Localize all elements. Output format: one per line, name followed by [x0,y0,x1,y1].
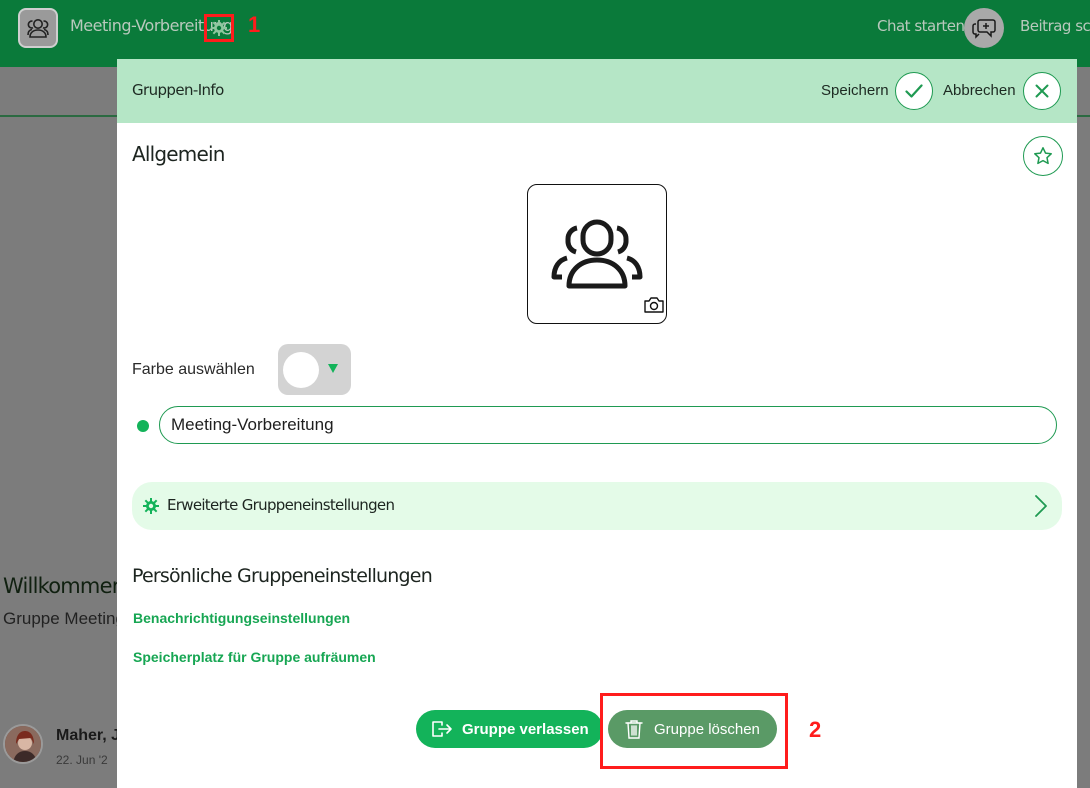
advanced-settings-row[interactable]: Erweiterte Gruppeneinstellungen [132,482,1062,530]
user-avatar [3,724,43,764]
camera-icon[interactable] [643,296,665,314]
cancel-button[interactable] [1023,72,1061,110]
annotation-marker-2: 2 [809,717,822,742]
background-group-text: Gruppe Meeting-Vorbereitung [3,609,117,628]
storage-cleanup-link[interactable]: Speicherplatz für Gruppe aufräumen [133,649,376,665]
group-image-picker[interactable] [527,184,667,324]
advanced-settings-label: Erweiterte Gruppeneinstellungen [167,496,395,514]
app-topbar: Meeting-Vorbereitung 1 Chat starten Beit… [0,0,1090,67]
color-label: Farbe auswählen [132,361,255,378]
favorite-button[interactable] [1023,136,1063,176]
annotation-marker-1: 1 [248,12,261,37]
group-avatar[interactable] [18,8,58,48]
save-button[interactable] [895,72,933,110]
background-user-date: 22. Jun '2 [56,753,108,767]
modal-header: Gruppen-Info Speichern Abbrechen [117,59,1077,123]
leave-group-label: Gruppe verlassen [462,720,589,738]
group-settings-button[interactable] [204,14,234,42]
modal-title: Gruppen-Info [132,81,224,99]
leave-group-button[interactable]: Gruppe verlassen [416,710,603,748]
caret-down-icon [328,364,338,373]
exit-icon [432,721,452,737]
star-icon [1034,147,1052,165]
chevron-right-icon [1035,495,1047,517]
background-welcome-heading: Willkommen [3,574,125,598]
gear-icon [211,20,227,36]
personal-settings-heading: Persönliche Gruppeneinstellungen [132,565,433,587]
group-name-input[interactable] [159,406,1057,444]
group-info-modal: Gruppen-Info Speichern Abbrechen Allgeme… [117,59,1077,788]
chat-start-button[interactable] [964,8,1004,48]
color-swatch [283,352,319,388]
notification-settings-link[interactable]: Benachrichtigungseinstellungen [133,610,350,626]
annotation-highlight-2 [600,693,788,769]
write-post-label[interactable]: Beitrag schreiben [1020,17,1090,35]
color-picker[interactable] [278,344,351,395]
general-heading: Allgemein [132,142,225,166]
gear-icon [143,498,159,514]
chat-start-label[interactable]: Chat starten [877,17,965,35]
chat-bubbles-icon [972,19,996,39]
checkmark-icon [905,84,923,98]
background-user-name: Maher, J [56,727,117,744]
status-dot [137,420,149,432]
group-icon [27,19,49,38]
cancel-label[interactable]: Abbrechen [943,82,1016,99]
group-icon [551,219,643,289]
close-icon [1035,84,1049,98]
save-label[interactable]: Speichern [821,82,889,99]
